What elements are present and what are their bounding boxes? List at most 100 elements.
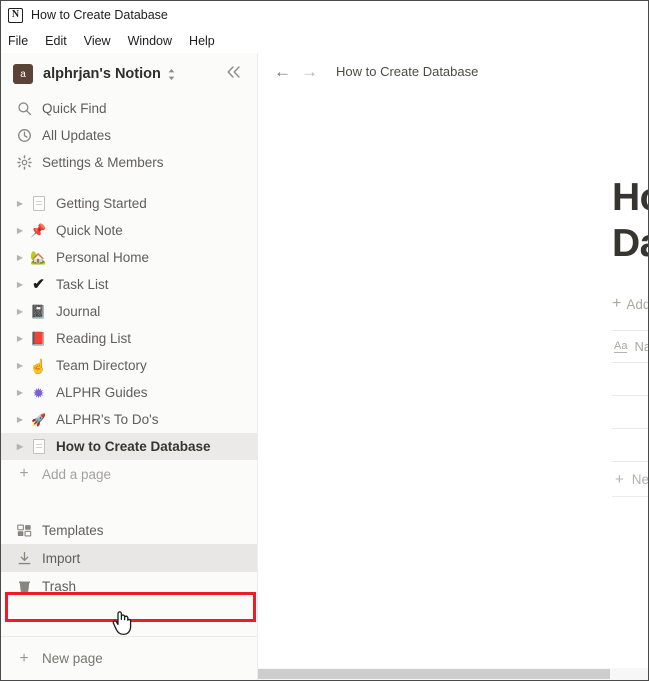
arrow-right-icon[interactable]: → (301, 63, 318, 80)
window-title-bar: N How to Create Database (1, 1, 648, 29)
search-icon (15, 101, 33, 116)
workspace-avatar: a (13, 64, 33, 84)
chevron-right-icon[interactable]: ▶ (13, 442, 27, 451)
sidebar-page-label: Personal Home (56, 250, 149, 265)
sidebar-item-label: All Updates (42, 128, 111, 143)
add-a-view-label: Add a view (626, 297, 648, 312)
new-page-button[interactable]: + New page (1, 636, 257, 680)
table-row[interactable] (612, 396, 648, 429)
table-row[interactable] (612, 429, 648, 462)
table-header-row: Aa Name (612, 330, 648, 363)
sidebar-page-team-directory[interactable]: ▶ ☝ Team Directory (1, 352, 257, 379)
menu-item-edit[interactable]: Edit (45, 32, 75, 50)
breadcrumb[interactable]: How to Create Database (336, 64, 478, 79)
chevron-right-icon[interactable]: ▶ (13, 226, 27, 235)
double-chevron-left-icon[interactable] (223, 63, 245, 85)
gear-icon (15, 155, 33, 170)
main-content: ← → How to Create Database How to Create… (258, 53, 648, 680)
column-header-name[interactable]: Aa Name (612, 331, 648, 362)
chevron-right-icon[interactable]: ▶ (13, 253, 27, 262)
chevron-up-down-icon[interactable] (167, 68, 176, 81)
sidebar-page-how-to-create-database[interactable]: ▶ How to Create Database (1, 433, 257, 460)
sidebar-spacer (1, 488, 257, 516)
table-cell-name[interactable] (612, 429, 648, 461)
sidebar-scrollbar[interactable] (253, 53, 257, 636)
sidebar-page-label: Getting Started (56, 196, 147, 211)
sidebar-item-templates[interactable]: Templates (1, 516, 257, 544)
sidebar-item-quick-find[interactable]: Quick Find (1, 95, 257, 122)
sidebar-item-label: Quick Find (42, 101, 107, 116)
menu-item-help[interactable]: Help (189, 32, 223, 50)
table-cell-name[interactable] (612, 396, 648, 428)
table-cell-name[interactable] (612, 363, 648, 395)
page-title[interactable]: How to Create Database (612, 175, 648, 266)
pointing-hand-cursor (111, 610, 133, 636)
sidebar-page-label: Team Directory (56, 358, 147, 373)
chevron-right-icon[interactable]: ▶ (13, 334, 27, 343)
workspace-switcher[interactable]: a alphrjan's Notion (1, 53, 257, 95)
chevron-right-icon[interactable]: ▶ (13, 388, 27, 397)
plus-icon: + (615, 472, 624, 487)
app-body: a alphrjan's Notion (1, 53, 648, 680)
plus-icon: + (15, 466, 33, 482)
chevron-right-icon[interactable]: ▶ (13, 280, 27, 289)
database-table: Aa Name (612, 330, 648, 527)
clock-icon (15, 128, 33, 143)
house-emoji-icon: 🏡 (29, 251, 48, 264)
sidebar-page-alphr-to-dos[interactable]: ▶ 🚀 ALPHR's To Do's (1, 406, 257, 433)
sidebar-item-all-updates[interactable]: All Updates (1, 122, 257, 149)
notion-logo-icon: N (8, 8, 23, 23)
add-a-view-button[interactable]: + Add a view (612, 296, 648, 312)
pointing-finger-emoji-icon: ☝ (29, 359, 48, 373)
templates-icon (15, 523, 33, 538)
sidebar-page-reading-list[interactable]: ▶ 📕 Reading List (1, 325, 257, 352)
trash-can-icon (15, 579, 33, 594)
sidebar: a alphrjan's Notion (1, 53, 258, 680)
chevron-right-icon[interactable]: ▶ (13, 307, 27, 316)
horizontal-scrollbar[interactable] (258, 668, 648, 680)
sidebar-spacer (1, 176, 257, 190)
sidebar-page-quick-note[interactable]: ▶ 📌 Quick Note (1, 217, 257, 244)
menu-bar: File Edit View Window Help (1, 29, 648, 53)
add-a-page-label: Add a page (42, 467, 111, 482)
sidebar-item-settings-members[interactable]: Settings & Members (1, 149, 257, 176)
table-row[interactable] (612, 363, 648, 396)
text-property-icon: Aa (614, 340, 627, 354)
sidebar-item-label: Trash (42, 579, 76, 594)
window-title: How to Create Database (31, 8, 168, 22)
arrow-left-icon[interactable]: ← (274, 63, 291, 80)
new-row-label: New (632, 472, 648, 487)
new-row-button[interactable]: + New (612, 462, 648, 497)
sidebar-item-label: Templates (42, 523, 104, 538)
horizontal-scrollbar-thumb[interactable] (258, 669, 610, 679)
sidebar-page-task-list[interactable]: ▶ ✔ Task List (1, 271, 257, 298)
database-toolbar: + Add a view Properties Filter Sort S (612, 296, 648, 312)
sidebar-page-label: Journal (56, 304, 100, 319)
sidebar-page-label: Task List (56, 277, 109, 292)
chevron-right-icon[interactable]: ▶ (13, 199, 27, 208)
sidebar-page-alphr-guides[interactable]: ▶ ✹ ALPHR Guides (1, 379, 257, 406)
chevron-right-icon[interactable]: ▶ (13, 361, 27, 370)
table-count-footer[interactable]: COUNT 3 (612, 497, 648, 527)
sidebar-item-trash[interactable]: Trash (1, 572, 257, 600)
pushpin-emoji-icon: 📌 (29, 224, 48, 237)
add-a-page-button[interactable]: + Add a page (1, 460, 257, 488)
sidebar-item-import[interactable]: Import (1, 544, 257, 572)
sidebar-page-getting-started[interactable]: ▶ Getting Started (1, 190, 257, 217)
notion-desktop-window: N How to Create Database File Edit View … (0, 0, 649, 681)
menu-item-window[interactable]: Window (128, 32, 180, 50)
sidebar-page-personal-home[interactable]: ▶ 🏡 Personal Home (1, 244, 257, 271)
content-top-bar: ← → How to Create Database (258, 53, 648, 89)
sidebar-page-label: ALPHR Guides (56, 385, 148, 400)
plus-icon: + (15, 651, 33, 667)
sidebar-page-label: Quick Note (56, 223, 123, 238)
chevron-right-icon[interactable]: ▶ (13, 415, 27, 424)
menu-item-view[interactable]: View (84, 32, 119, 50)
workspace-name: alphrjan's Notion (43, 66, 161, 82)
menu-item-file[interactable]: File (8, 32, 36, 50)
document-page-icon (29, 196, 48, 211)
sidebar-page-label: Reading List (56, 331, 131, 346)
sidebar-page-journal[interactable]: ▶ 📓 Journal (1, 298, 257, 325)
sidebar-page-label: How to Create Database (56, 439, 211, 454)
column-header-label: Name (634, 339, 648, 354)
